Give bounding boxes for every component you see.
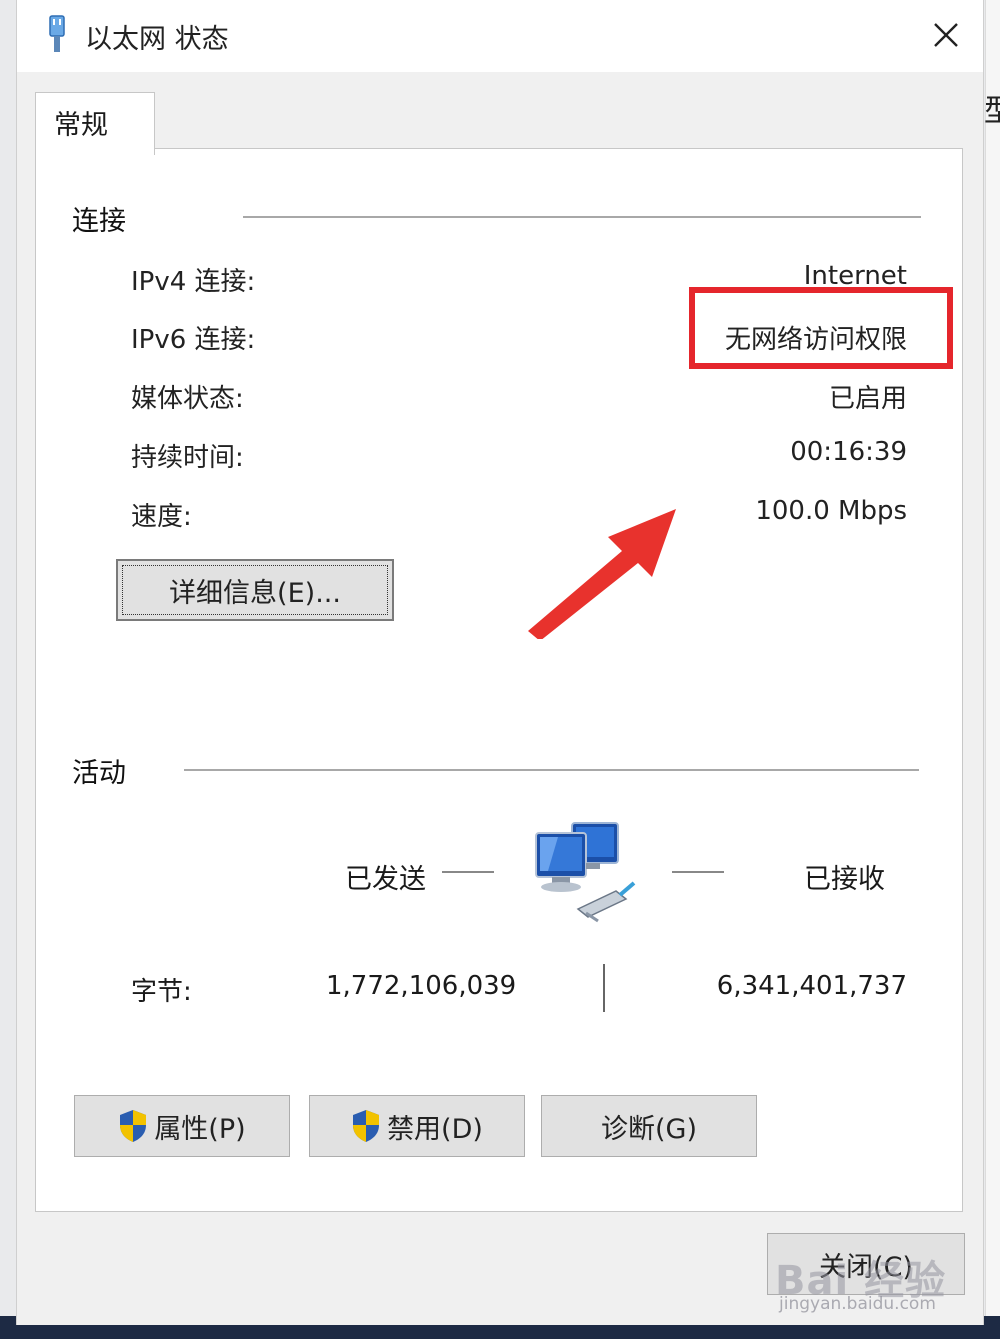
received-label: 已接收 <box>804 864 885 895</box>
bytes-received-value: 6,341,401,737 <box>716 971 907 1001</box>
ipv6-label: IPv6 连接: <box>131 325 256 355</box>
ethernet-status-dialog: 以太网 状态 常规 连接 IPv4 连接: Internet IPv6 连接: … <box>16 0 984 1325</box>
tab-general[interactable]: 常规 <box>35 92 155 155</box>
sent-dash <box>442 871 494 873</box>
properties-button-label: 属性(P) <box>154 1113 246 1145</box>
baidu-watermark-url: jingyan.baidu.com <box>779 1294 936 1314</box>
background-window-text: 型 <box>984 94 1000 129</box>
duration-value: 00:16:39 <box>790 437 907 467</box>
title-bar: 以太网 状态 <box>17 0 983 72</box>
speed-value: 100.0 Mbps <box>755 496 907 526</box>
ethernet-icon <box>49 15 65 52</box>
diagnose-button[interactable]: 诊断(G) <box>541 1095 757 1157</box>
tab-general-label: 常规 <box>54 110 108 141</box>
details-button[interactable]: 详细信息(E)... <box>116 559 394 621</box>
bytes-divider <box>603 964 605 1012</box>
shield-icon <box>120 1110 147 1142</box>
close-icon[interactable] <box>921 12 971 60</box>
activity-group-label: 活动 <box>72 758 126 789</box>
details-button-focus-ring <box>122 565 388 615</box>
red-arrow <box>528 509 676 639</box>
media-state-value: 已启用 <box>828 384 907 414</box>
disable-button-label: 禁用(D) <box>387 1113 483 1145</box>
bytes-sent-value: 1,772,106,039 <box>326 971 517 1001</box>
connection-group-label: 连接 <box>72 206 126 237</box>
bytes-label: 字节: <box>131 977 192 1007</box>
disable-button[interactable]: 禁用(D) <box>309 1095 525 1157</box>
ipv4-label: IPv4 连接: <box>131 267 256 297</box>
diagnose-button-label: 诊断(G) <box>601 1113 697 1145</box>
shield-icon <box>353 1110 380 1142</box>
general-panel: 连接 IPv4 连接: Internet IPv6 连接: 无网络访问权限 媒体… <box>35 148 963 1212</box>
sent-label: 已发送 <box>345 864 426 895</box>
received-dash <box>672 871 724 873</box>
media-state-label: 媒体状态: <box>131 384 244 414</box>
properties-button[interactable]: 属性(P) <box>74 1095 290 1157</box>
ipv6-highlight-box <box>689 287 953 369</box>
window-title: 以太网 状态 <box>85 24 229 55</box>
network-computers-icon <box>535 822 636 923</box>
speed-label: 速度: <box>131 502 192 532</box>
duration-label: 持续时间: <box>131 443 244 473</box>
background-window-edge <box>985 0 1000 1339</box>
activity-group-divider <box>184 769 919 771</box>
connection-group-divider <box>243 216 921 218</box>
